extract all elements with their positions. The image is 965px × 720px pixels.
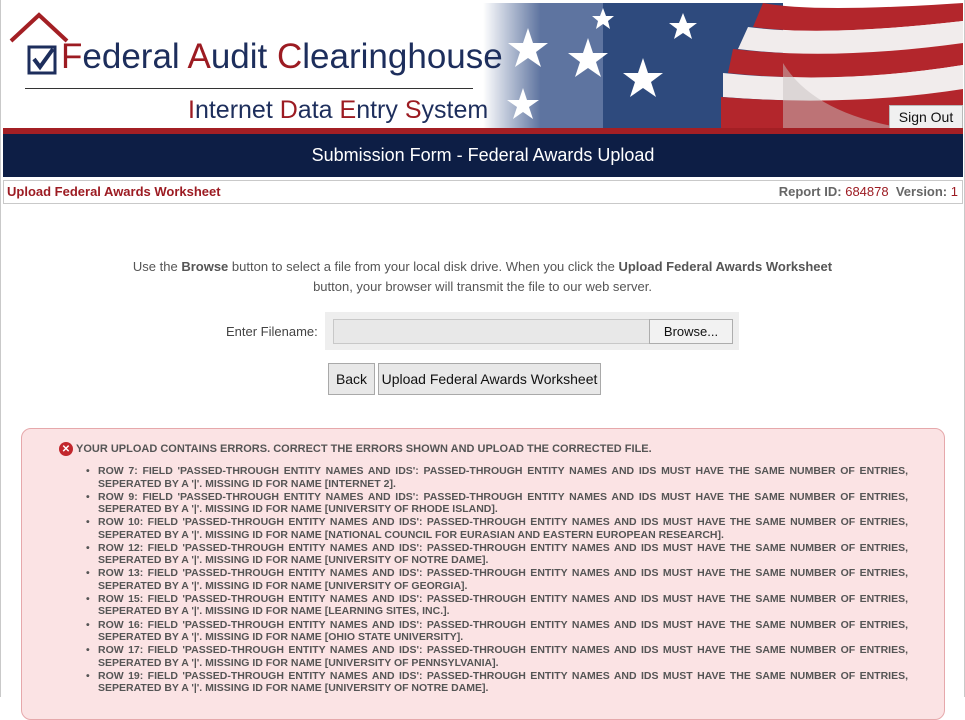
- instructions-text: Use the Browse button to select a file f…: [120, 257, 845, 297]
- error-list: ROW 7: FIELD 'PASSED-THROUGH ENTITY NAME…: [84, 465, 908, 695]
- report-id-value: 684878: [845, 184, 889, 199]
- version-label: Version:: [895, 184, 948, 199]
- error-panel: ✕ YOUR UPLOAD CONTAINS ERRORS. CORRECT T…: [21, 428, 945, 720]
- header-banner: Federal Audit Clearinghouse Internet Dat…: [3, 3, 963, 128]
- title-capital-letter: D: [279, 96, 298, 124]
- instructions-bold: Browse: [181, 259, 229, 274]
- report-id-label: Report ID:: [778, 184, 842, 199]
- title-word-rest: nternet: [194, 96, 280, 124]
- report-info: Report ID: 684878 Version: 1: [779, 184, 958, 199]
- error-item: ROW 19: FIELD 'PASSED-THROUGH ENTITY NAM…: [84, 670, 908, 695]
- title-word-rest: ystem: [421, 96, 489, 124]
- page-title: Submission Form - Federal Awards Upload: [3, 134, 963, 177]
- title-word-rest: ata: [297, 96, 340, 124]
- info-bar: Upload Federal Awards Worksheet Report I…: [3, 180, 963, 204]
- error-heading: ✕ YOUR UPLOAD CONTAINS ERRORS. CORRECT T…: [59, 442, 652, 456]
- title-capital-letter: F: [61, 37, 83, 76]
- error-item: ROW 9: FIELD 'PASSED-THROUGH ENTITY NAME…: [84, 491, 908, 516]
- upload-worksheet-button[interactable]: Upload Federal Awards Worksheet: [378, 363, 601, 395]
- section-title: Upload Federal Awards Worksheet: [7, 184, 221, 199]
- error-item: ROW 12: FIELD 'PASSED-THROUGH ENTITY NAM…: [84, 542, 908, 567]
- title-capital-letter: I: [188, 96, 195, 124]
- title-capital-letter: E: [339, 96, 357, 124]
- back-button[interactable]: Back: [328, 363, 375, 395]
- title-word-rest: learinghouse: [302, 37, 503, 76]
- error-item: ROW 13: FIELD 'PASSED-THROUGH ENTITY NAM…: [84, 567, 908, 592]
- title-word-rest: udit: [210, 37, 277, 76]
- instructions-part: button, your browser will transmit the f…: [313, 279, 652, 294]
- sign-out-button[interactable]: Sign Out: [889, 105, 963, 129]
- error-item: ROW 7: FIELD 'PASSED-THROUGH ENTITY NAME…: [84, 465, 908, 490]
- instructions-part: button to select a file from your local …: [228, 259, 619, 274]
- error-item: ROW 16: FIELD 'PASSED-THROUGH ENTITY NAM…: [84, 619, 908, 644]
- version-value: 1: [950, 184, 958, 199]
- error-x-icon: ✕: [59, 442, 73, 456]
- title-capital-letter: A: [187, 37, 211, 76]
- title-capital-letter: C: [277, 37, 303, 76]
- filename-label: Enter Filename:: [226, 324, 318, 339]
- browse-button[interactable]: Browse...: [649, 319, 733, 344]
- error-item: ROW 10: FIELD 'PASSED-THROUGH ENTITY NAM…: [84, 516, 908, 541]
- error-item: ROW 17: FIELD 'PASSED-THROUGH ENTITY NAM…: [84, 644, 908, 669]
- title-word-rest: ntry: [356, 96, 405, 124]
- site-subtitle: Internet Data Entry System: [188, 96, 488, 125]
- error-item: ROW 15: FIELD 'PASSED-THROUGH ENTITY NAM…: [84, 593, 908, 618]
- site-title: Federal Audit Clearinghouse: [61, 37, 503, 77]
- title-divider: [25, 88, 473, 89]
- title-capital-letter: S: [404, 96, 422, 124]
- instructions-bold: Upload Federal Awards Worksheet: [618, 259, 833, 274]
- filename-input[interactable]: [333, 319, 653, 344]
- error-heading-text: YOUR UPLOAD CONTAINS ERRORS. CORRECT THE…: [76, 443, 652, 455]
- title-word-rest: ederal: [82, 37, 188, 76]
- instructions-part: Use the: [132, 259, 182, 274]
